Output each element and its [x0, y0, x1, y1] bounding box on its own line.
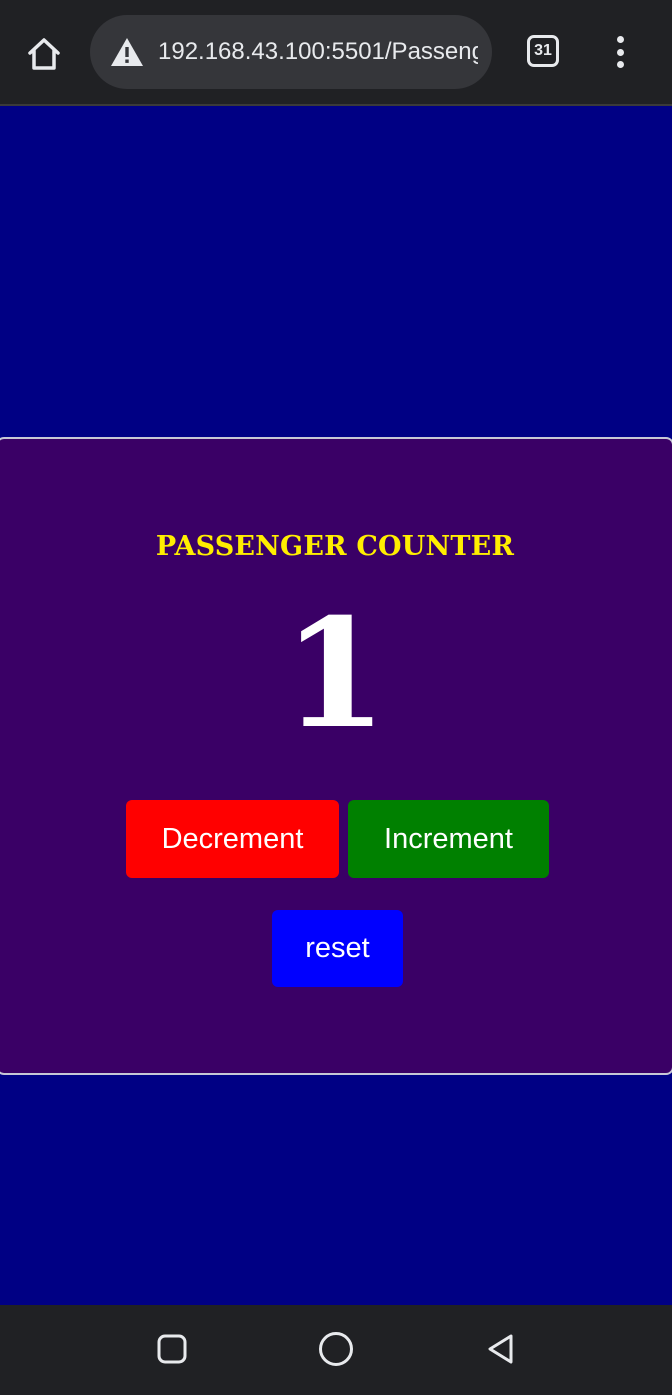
home-icon — [28, 38, 60, 70]
recents-icon — [157, 1334, 187, 1364]
home-circle-icon — [319, 1332, 353, 1366]
back-button[interactable] — [478, 1327, 522, 1371]
url-text[interactable]: 192.168.43.100:5501/Passenger-Counter — [158, 15, 478, 89]
back-icon — [488, 1334, 513, 1364]
counter-card: PASSENGER COUNTER 1 Decrement Increment … — [0, 437, 672, 1075]
browser-toolbar: 192.168.43.100:5501/Passenger-Counter 31 — [0, 0, 672, 106]
decrement-button[interactable]: Decrement — [126, 800, 339, 878]
system-nav-bar — [0, 1305, 672, 1395]
recents-button[interactable] — [150, 1327, 194, 1371]
increment-button[interactable]: Increment — [348, 800, 549, 878]
warning-icon — [111, 38, 143, 66]
counter-value: 1 — [282, 586, 388, 762]
reset-button[interactable]: reset — [272, 910, 403, 987]
home-button[interactable] — [22, 32, 66, 76]
tab-switcher-button[interactable]: 31 — [527, 35, 559, 67]
more-vert-icon[interactable] — [604, 32, 636, 72]
tab-count: 31 — [534, 42, 552, 59]
home-nav-button[interactable] — [314, 1327, 358, 1371]
address-bar[interactable]: 192.168.43.100:5501/Passenger-Counter — [90, 15, 492, 89]
page-title: PASSENGER COUNTER — [155, 531, 515, 562]
